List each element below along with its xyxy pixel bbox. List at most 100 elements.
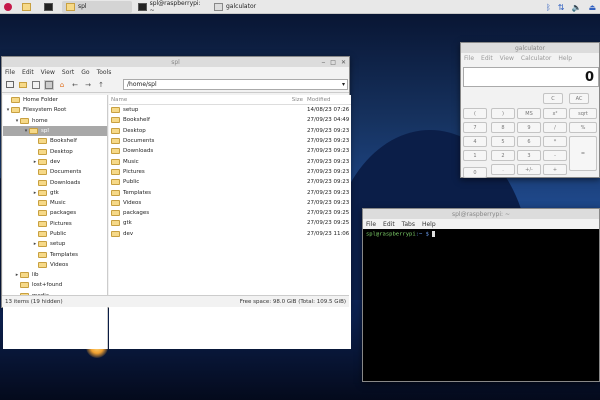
calc-key[interactable]: AC bbox=[569, 93, 589, 104]
taskbar-item-terminal[interactable]: spl@raspberrypi: ~ bbox=[134, 0, 208, 14]
calc-key[interactable]: 9 bbox=[517, 122, 541, 133]
calc-key[interactable]: / bbox=[543, 122, 567, 133]
menu-calculator[interactable]: Calculator bbox=[521, 55, 551, 62]
view-icons-button[interactable] bbox=[31, 80, 41, 90]
tree-item[interactable]: ▸ gtk bbox=[3, 188, 107, 198]
file-row[interactable]: Music 27/09/23 09:23 bbox=[109, 156, 351, 166]
calc-key[interactable]: 2 bbox=[491, 150, 515, 161]
filemanager-titlebar[interactable]: spl ‒ □ ✕ bbox=[2, 57, 349, 67]
back-button[interactable]: ← bbox=[70, 80, 80, 90]
menu-view[interactable]: View bbox=[41, 69, 55, 76]
taskbar-item-calculator[interactable]: galculator bbox=[210, 1, 276, 13]
calc-key[interactable]: ) bbox=[491, 108, 515, 119]
calc-key[interactable]: 1 bbox=[463, 150, 487, 161]
taskbar-files-button[interactable] bbox=[18, 1, 38, 13]
menu-help[interactable]: Help bbox=[422, 221, 436, 228]
menu-tabs[interactable]: Tabs bbox=[402, 221, 415, 228]
file-row[interactable]: Pictures 27/09/23 09:23 bbox=[109, 167, 351, 177]
calc-key[interactable]: 3 bbox=[517, 150, 541, 161]
tree-item[interactable]: Videos bbox=[3, 260, 107, 270]
calc-key[interactable]: % bbox=[569, 122, 597, 133]
tree-item[interactable]: Home Folder bbox=[3, 95, 107, 105]
tree-item[interactable]: Documents bbox=[3, 167, 107, 177]
menu-file[interactable]: File bbox=[5, 69, 15, 76]
new-folder-button[interactable] bbox=[18, 80, 28, 90]
calc-key[interactable]: MS bbox=[517, 108, 541, 119]
calc-key[interactable]: . bbox=[491, 164, 515, 175]
minimize-icon[interactable]: ‒ bbox=[321, 59, 325, 66]
menu-help[interactable]: Help bbox=[558, 55, 572, 62]
menu-edit[interactable]: Edit bbox=[383, 221, 395, 228]
eject-icon[interactable]: ⏏ bbox=[588, 3, 596, 12]
calc-key[interactable]: 5 bbox=[491, 136, 515, 147]
column-size[interactable]: Size bbox=[249, 97, 307, 103]
menu-tools[interactable]: Tools bbox=[97, 69, 112, 76]
calc-key[interactable]: = bbox=[569, 136, 597, 171]
close-icon[interactable]: ✕ bbox=[341, 59, 346, 66]
menu-file[interactable]: File bbox=[464, 55, 474, 62]
calc-key[interactable]: * bbox=[543, 136, 567, 147]
menu-button[interactable] bbox=[0, 1, 16, 13]
tree-item[interactable]: Desktop bbox=[3, 146, 107, 156]
menu-file[interactable]: File bbox=[366, 221, 376, 228]
file-row[interactable]: Downloads 27/09/23 09:23 bbox=[109, 146, 351, 156]
calc-key[interactable]: sqrt bbox=[569, 108, 597, 119]
calc-key[interactable]: +/- bbox=[517, 164, 541, 175]
taskbar-terminal-launcher[interactable] bbox=[40, 1, 60, 13]
calc-key[interactable]: C bbox=[543, 93, 563, 104]
tree-item[interactable]: Bookshelf bbox=[3, 136, 107, 146]
file-row[interactable]: Templates 27/09/23 09:23 bbox=[109, 187, 351, 197]
maximize-icon[interactable]: □ bbox=[330, 59, 336, 66]
terminal-titlebar[interactable]: spl@raspberrypi: ~ bbox=[363, 209, 599, 219]
taskbar-item-filemanager[interactable]: spl bbox=[62, 0, 132, 13]
dropdown-arrow-icon[interactable]: ▾ bbox=[342, 80, 345, 89]
calc-key[interactable]: - bbox=[543, 150, 567, 161]
tree-item[interactable]: Public bbox=[3, 229, 107, 239]
up-button[interactable]: ↑ bbox=[96, 80, 106, 90]
menu-edit[interactable]: Edit bbox=[22, 69, 34, 76]
tree-item[interactable]: ▾ Filesystem Root bbox=[3, 105, 107, 115]
menu-sort[interactable]: Sort bbox=[62, 69, 74, 76]
menu-edit[interactable]: Edit bbox=[481, 55, 493, 62]
terminal-body[interactable]: spl@raspberrypi:~ $ bbox=[363, 229, 599, 381]
calc-key[interactable]: 7 bbox=[463, 122, 487, 133]
tree-item[interactable]: ▸ setup bbox=[3, 239, 107, 249]
file-row[interactable]: Public 27/09/23 09:23 bbox=[109, 177, 351, 187]
calculator-titlebar[interactable]: galculator bbox=[461, 43, 599, 53]
tree-item[interactable]: ▾ spl bbox=[3, 125, 107, 137]
tree-item[interactable]: packages bbox=[3, 208, 107, 218]
tree-item[interactable]: ▸ dev bbox=[3, 157, 107, 167]
tree-item[interactable]: Pictures bbox=[3, 219, 107, 229]
calc-key[interactable]: ( bbox=[463, 108, 487, 119]
file-row[interactable]: Desktop 27/09/23 09:23 bbox=[109, 126, 351, 136]
file-row[interactable]: Documents 27/09/23 09:23 bbox=[109, 136, 351, 146]
file-row[interactable]: Bookshelf 27/09/23 04:49 bbox=[109, 115, 351, 125]
calc-key[interactable]: + bbox=[543, 164, 567, 175]
forward-button[interactable]: → bbox=[83, 80, 93, 90]
tree-item[interactable]: Templates bbox=[3, 249, 107, 259]
file-row[interactable]: gtk 27/09/23 09:25 bbox=[109, 218, 351, 228]
tree-item[interactable]: lost+found bbox=[3, 280, 107, 290]
volume-icon[interactable]: 🔈 bbox=[571, 3, 581, 12]
new-window-button[interactable] bbox=[5, 80, 15, 90]
calc-key[interactable]: 8 bbox=[491, 122, 515, 133]
view-list-button[interactable] bbox=[44, 79, 54, 90]
home-button[interactable]: ⌂ bbox=[57, 80, 67, 90]
calc-key[interactable]: x² bbox=[543, 108, 567, 119]
file-row[interactable]: dev 27/09/23 11:06 bbox=[109, 229, 351, 239]
tree-item[interactable]: ▾ home bbox=[3, 116, 107, 126]
menu-view[interactable]: View bbox=[500, 55, 514, 62]
file-row[interactable]: packages 27/09/23 09:25 bbox=[109, 208, 351, 218]
path-input[interactable]: /home/spl ▾ bbox=[123, 79, 348, 90]
calc-key[interactable]: 4 bbox=[463, 136, 487, 147]
column-modified[interactable]: Modified bbox=[307, 97, 351, 103]
tree-item[interactable]: ▸ lib bbox=[3, 270, 107, 280]
file-row[interactable]: Videos 27/09/23 09:23 bbox=[109, 198, 351, 208]
column-name[interactable]: Name bbox=[109, 97, 249, 103]
tree-item[interactable]: Downloads bbox=[3, 177, 107, 187]
calc-key[interactable]: 6 bbox=[517, 136, 541, 147]
file-row[interactable]: setup 14/08/23 07:26 bbox=[109, 105, 351, 115]
calc-key[interactable]: 0 bbox=[463, 167, 487, 178]
bluetooth-icon[interactable]: ᛒ bbox=[546, 3, 551, 12]
tree-item[interactable]: Music bbox=[3, 198, 107, 208]
